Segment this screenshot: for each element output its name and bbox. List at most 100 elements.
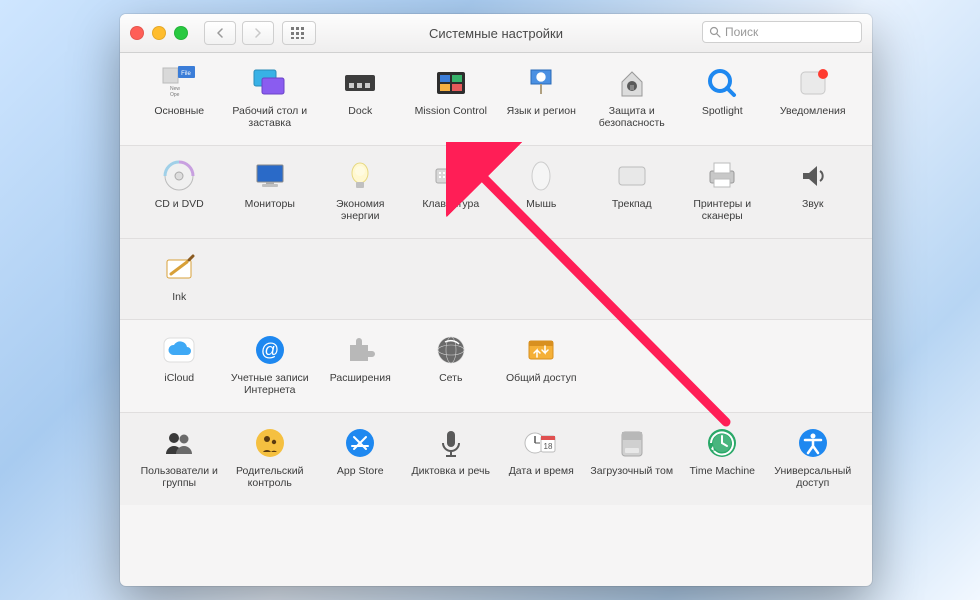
pref-displays[interactable]: Мониторы <box>225 158 316 222</box>
pref-label: Уведомления <box>780 105 846 117</box>
pref-label: Родительский контроль <box>228 465 312 489</box>
pref-label: Защита и безопасность <box>590 105 674 129</box>
section-system: Пользователи и группы Родительский контр… <box>120 413 872 505</box>
pref-label: App Store <box>337 465 384 477</box>
section-ink: Ink <box>120 239 872 320</box>
pref-notifications[interactable]: Уведомления <box>768 65 859 129</box>
displays-icon <box>250 158 290 194</box>
pref-label: Принтеры и сканеры <box>680 198 764 222</box>
pref-icloud[interactable]: iCloud <box>134 332 225 396</box>
window-controls <box>120 26 188 40</box>
zoom-button[interactable] <box>174 26 188 40</box>
pref-label: Дата и время <box>509 465 574 477</box>
pref-security[interactable]: Защита и безопасность <box>587 65 678 129</box>
pref-label: Ink <box>172 291 186 303</box>
general-icon: File New Ope <box>159 65 199 101</box>
svg-text:18: 18 <box>544 442 553 451</box>
sharing-icon <box>521 332 561 368</box>
pref-energy[interactable]: Экономия энергии <box>315 158 406 222</box>
svg-text:@: @ <box>261 340 279 360</box>
trackpad-icon <box>612 158 652 194</box>
pref-label: Рабочий стол и заставка <box>228 105 312 129</box>
pref-datetime[interactable]: 18 Дата и время <box>496 425 587 489</box>
parental-icon <box>250 425 290 461</box>
icloud-icon <box>159 332 199 368</box>
pref-label: Учетные записи Интернета <box>228 372 312 396</box>
pref-parental[interactable]: Родительский контроль <box>225 425 316 489</box>
cddvd-icon <box>159 158 199 194</box>
search-placeholder: Поиск <box>725 25 758 39</box>
notifications-icon <box>793 65 833 101</box>
pref-label: Общий доступ <box>506 372 577 384</box>
section-hardware: CD и DVD Мониторы Экономия энергии <box>120 146 872 239</box>
pref-label: Универсальный доступ <box>771 465 855 489</box>
nav-buttons <box>204 21 274 45</box>
startup-icon <box>612 425 652 461</box>
minimize-button[interactable] <box>152 26 166 40</box>
datetime-icon: 18 <box>521 425 561 461</box>
pref-desktop[interactable]: Рабочий стол и заставка <box>225 65 316 129</box>
pref-keyboard[interactable]: Клавиатура <box>406 158 497 222</box>
pref-extensions[interactable]: Расширения <box>315 332 406 396</box>
pref-language[interactable]: Язык и регион <box>496 65 587 129</box>
appstore-icon <box>340 425 380 461</box>
pref-startup[interactable]: Загрузочный том <box>587 425 678 489</box>
keyboard-icon <box>431 158 471 194</box>
pref-label: Трекпад <box>612 198 652 210</box>
show-all-button[interactable] <box>282 21 316 45</box>
pref-sound[interactable]: Звук <box>768 158 859 222</box>
pref-label: Загрузочный том <box>590 465 673 477</box>
security-icon <box>612 65 652 101</box>
pref-label: Spotlight <box>702 105 743 117</box>
pref-appstore[interactable]: App Store <box>315 425 406 489</box>
pref-label: Мониторы <box>245 198 295 210</box>
pref-label: Сеть <box>439 372 462 384</box>
dock-icon <box>340 65 380 101</box>
pref-label: Dock <box>348 105 372 117</box>
svg-text:Ope: Ope <box>170 92 180 98</box>
pref-spotlight[interactable]: Spotlight <box>677 65 768 129</box>
pref-network[interactable]: Сеть <box>406 332 497 396</box>
section-internet: iCloud @ Учетные записи Интернета Расшир… <box>120 320 872 413</box>
spotlight-icon <box>702 65 742 101</box>
dictation-icon <box>431 425 471 461</box>
pref-label: Пользователи и группы <box>137 465 221 489</box>
pref-mouse[interactable]: Мышь <box>496 158 587 222</box>
back-button[interactable] <box>204 21 236 45</box>
close-button[interactable] <box>130 26 144 40</box>
pref-label: Диктовка и речь <box>412 465 490 477</box>
pref-cddvd[interactable]: CD и DVD <box>134 158 225 222</box>
desktop-icon <box>250 65 290 101</box>
pref-label: Time Machine <box>689 465 755 477</box>
pref-timemachine[interactable]: Time Machine <box>677 425 768 489</box>
extensions-icon <box>340 332 380 368</box>
timemachine-icon <box>702 425 742 461</box>
pref-label: Звук <box>802 198 824 210</box>
pref-sharing[interactable]: Общий доступ <box>496 332 587 396</box>
pref-label: Mission Control <box>415 105 487 117</box>
pref-mission-control[interactable]: Mission Control <box>406 65 497 129</box>
pref-label: iCloud <box>164 372 194 384</box>
pref-users[interactable]: Пользователи и группы <box>134 425 225 489</box>
pref-ink[interactable]: Ink <box>134 251 225 303</box>
accessibility-icon <box>793 425 833 461</box>
search-field[interactable]: Поиск <box>702 21 862 43</box>
pref-general[interactable]: File New Ope Основные <box>134 65 225 129</box>
users-icon <box>159 425 199 461</box>
pref-internet-accounts[interactable]: @ Учетные записи Интернета <box>225 332 316 396</box>
internet-accounts-icon: @ <box>250 332 290 368</box>
section-personal: File New Ope Основные Рабочий стол и зас… <box>120 53 872 146</box>
pref-accessibility[interactable]: Универсальный доступ <box>768 425 859 489</box>
pref-dock[interactable]: Dock <box>315 65 406 129</box>
desktop-background: Системные настройки Поиск File New Ope О… <box>0 0 980 600</box>
pref-printers[interactable]: Принтеры и сканеры <box>677 158 768 222</box>
pref-dictation[interactable]: Диктовка и речь <box>406 425 497 489</box>
language-icon <box>521 65 561 101</box>
energy-icon <box>340 158 380 194</box>
pref-label: Основные <box>154 105 204 117</box>
svg-text:File: File <box>181 71 191 77</box>
titlebar: Системные настройки Поиск <box>120 14 872 53</box>
ink-icon <box>159 251 199 287</box>
forward-button[interactable] <box>242 21 274 45</box>
pref-trackpad[interactable]: Трекпад <box>587 158 678 222</box>
